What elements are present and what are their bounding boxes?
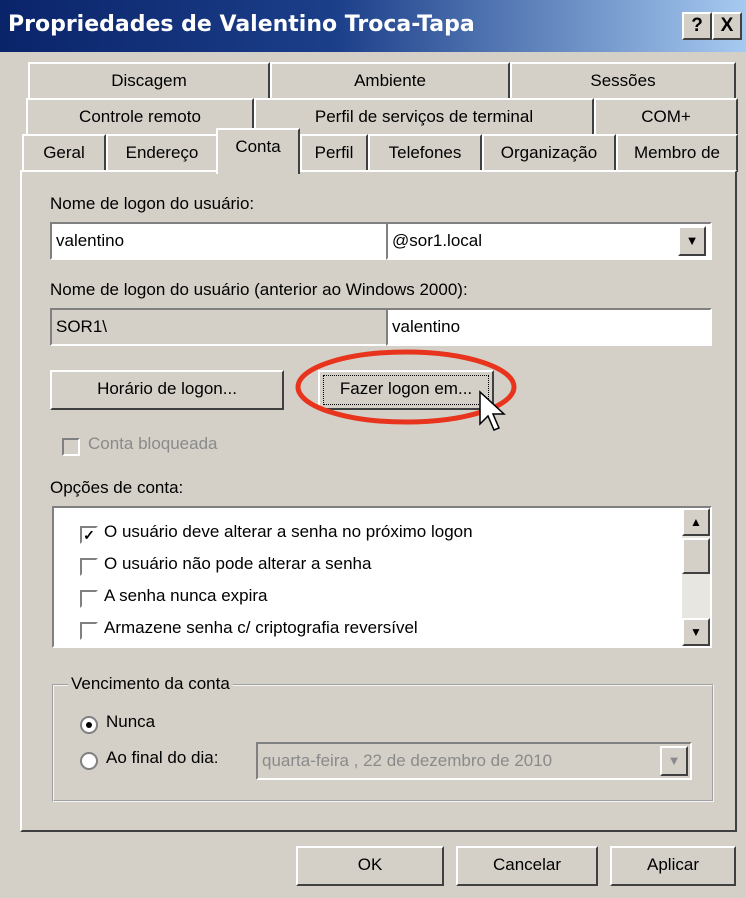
- scroll-up-icon[interactable]: ▲: [682, 508, 710, 536]
- properties-dialog: Propriedades de Valentino Troca-Tapa ? X…: [0, 0, 746, 898]
- window-title: Propriedades de Valentino Troca-Tapa: [8, 12, 475, 37]
- tab-conta[interactable]: Conta: [216, 128, 300, 174]
- option-must-change-password: O usuário deve alterar a senha no próxim…: [104, 522, 473, 541]
- tab-com-plus[interactable]: COM+: [594, 98, 738, 136]
- logon-to-button[interactable]: Fazer logon em...: [318, 370, 494, 410]
- tab-panel-conta: Nome de logon do usuário: valentino @sor…: [20, 170, 737, 832]
- tab-perfil[interactable]: Perfil: [300, 134, 368, 172]
- account-options-label: Opções de conta:: [50, 478, 184, 497]
- account-expires-label: Vencimento da conta: [68, 674, 233, 694]
- option-never-expires-checkbox[interactable]: [80, 590, 98, 608]
- option-password-never-expires: A senha nunca expira: [104, 586, 268, 605]
- help-button[interactable]: ?: [682, 12, 712, 40]
- tab-geral[interactable]: Geral: [22, 134, 106, 172]
- ok-button[interactable]: OK: [296, 846, 444, 886]
- date-dropdown-icon: ▼: [660, 746, 688, 776]
- tab-endereco[interactable]: Endereço: [106, 134, 218, 172]
- never-label: Nunca: [106, 712, 156, 731]
- account-expires-group: Vencimento da conta Nunca Ao final do di…: [52, 674, 714, 802]
- options-scrollbar[interactable]: ▲ ▼: [682, 508, 710, 646]
- tab-sessoes[interactable]: Sessões: [510, 62, 736, 100]
- tab-discagem[interactable]: Discagem: [28, 62, 270, 100]
- tab-telefones[interactable]: Telefones: [368, 134, 482, 172]
- never-radio[interactable]: [80, 716, 98, 734]
- tab-organizacao[interactable]: Organização: [482, 134, 616, 172]
- end-date-value: quarta-feira , 22 de dezembro de 2010: [262, 751, 553, 770]
- option-reversible-checkbox[interactable]: [80, 622, 98, 640]
- account-locked-checkbox: [62, 438, 80, 456]
- end-date-picker: quarta-feira , 22 de dezembro de 2010: [256, 742, 692, 780]
- scroll-down-icon[interactable]: ▼: [682, 618, 710, 646]
- checkmark-icon[interactable]: ✓: [80, 526, 98, 544]
- option-cannot-change-password: O usuário não pode alterar a senha: [104, 554, 372, 573]
- domain-select-value: @sor1.local: [392, 231, 483, 250]
- tab-perfil-servicos-terminal[interactable]: Perfil de serviços de terminal: [254, 98, 594, 136]
- cancel-button[interactable]: Cancelar: [456, 846, 598, 886]
- option-reversible-encryption: Armazene senha c/ criptografia reversíve…: [104, 618, 418, 637]
- pre2000-user-input[interactable]: valentino: [386, 308, 712, 346]
- end-of-label: Ao final do dia:: [106, 748, 219, 767]
- apply-button[interactable]: Aplicar: [610, 846, 736, 886]
- option-cannot-change-checkbox[interactable]: [80, 558, 98, 576]
- scroll-thumb[interactable]: [682, 538, 710, 574]
- logon-hours-button[interactable]: Horário de logon...: [50, 370, 284, 410]
- tab-membro-de[interactable]: Membro de: [616, 134, 738, 172]
- logon-name-label: Nome de logon do usuário:: [50, 194, 255, 213]
- account-options-list[interactable]: ✓ O usuário deve alterar a senha no próx…: [52, 506, 712, 648]
- account-locked-label: Conta bloqueada: [88, 434, 218, 453]
- tab-ambiente[interactable]: Ambiente: [270, 62, 510, 100]
- end-of-radio[interactable]: [80, 752, 98, 770]
- logon-name-input[interactable]: valentino: [50, 222, 394, 260]
- domain-select[interactable]: @sor1.local: [386, 222, 712, 260]
- pre2000-logon-label: Nome de logon do usuário (anterior ao Wi…: [50, 280, 468, 299]
- dropdown-arrow-icon[interactable]: ▼: [678, 226, 706, 256]
- pre2000-domain-field: SOR1\: [50, 308, 394, 346]
- title-bar: Propriedades de Valentino Troca-Tapa ? X: [0, 0, 746, 52]
- close-button[interactable]: X: [712, 12, 742, 40]
